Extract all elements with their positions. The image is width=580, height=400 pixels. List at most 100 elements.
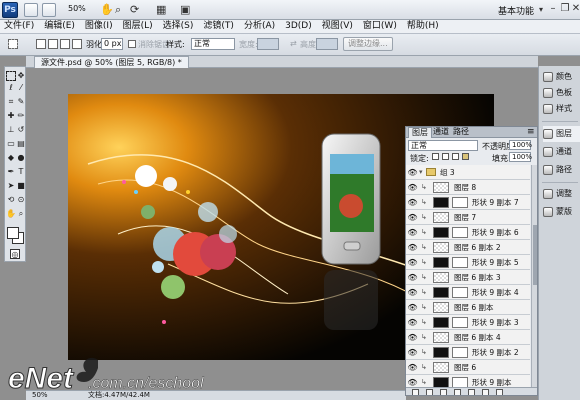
dock-adjustments[interactable]: 调整 <box>543 186 580 202</box>
new-group-icon[interactable] <box>468 389 475 395</box>
visibility-eye-icon[interactable]: 👁 <box>407 242 418 253</box>
history-brush-icon[interactable]: ↺ <box>16 125 26 135</box>
blur-tool-icon[interactable]: ◆ <box>6 153 16 163</box>
lock-position-icon[interactable] <box>452 153 459 160</box>
layer-thumbnail[interactable] <box>433 377 449 387</box>
menu-image[interactable]: 图像(I) <box>85 20 113 33</box>
healing-brush-icon[interactable]: ✚ <box>6 111 16 121</box>
layer-row[interactable]: 👁 ↳ 图层 8 <box>406 180 530 195</box>
tab-channels[interactable]: 通道 <box>430 127 452 138</box>
lock-image-icon[interactable] <box>442 153 449 160</box>
layer-group-row[interactable]: 👁 ▾ 组 3 <box>406 165 530 180</box>
antialias-checkbox[interactable] <box>128 40 136 48</box>
layer-thumbnail[interactable] <box>433 302 449 313</box>
layer-row[interactable]: 👁 ↳ 图层 6 副本 <box>406 300 530 315</box>
layer-row[interactable]: 👁 ↳ 形状 9 副本 <box>406 375 530 387</box>
dock-layers[interactable]: 图层 <box>543 126 580 142</box>
quick-mask-icon[interactable]: ◎ <box>10 249 20 259</box>
new-layer-icon[interactable] <box>482 389 489 395</box>
refine-edge-button[interactable]: 调整边缘... <box>343 37 393 51</box>
brush-tool-icon[interactable]: ✏ <box>16 111 26 121</box>
menu-analysis[interactable]: 分析(A) <box>244 20 275 33</box>
hand-tool-icon[interactable]: ✋ <box>6 209 16 219</box>
feather-input[interactable]: 0 px <box>101 38 123 50</box>
delete-layer-icon[interactable] <box>496 389 503 395</box>
vector-mask-thumbnail[interactable] <box>452 317 468 328</box>
layer-row[interactable]: 👁 ↳ 形状 9 副本 7 <box>406 195 530 210</box>
dock-channels[interactable]: 通道 <box>543 144 580 160</box>
foreground-color-swatch[interactable] <box>7 227 19 239</box>
visibility-eye-icon[interactable]: 👁 <box>407 332 418 343</box>
dodge-tool-icon[interactable]: ● <box>16 153 26 163</box>
menu-view[interactable]: 视图(V) <box>322 20 353 33</box>
magic-wand-icon[interactable]: ⁄ <box>16 83 26 93</box>
vector-mask-thumbnail[interactable] <box>452 377 468 387</box>
layer-thumbnail[interactable] <box>433 287 449 298</box>
dock-styles[interactable]: 样式 <box>543 101 580 117</box>
layer-row[interactable]: 👁 ↳ 图层 6 副本 4 <box>406 330 530 345</box>
visibility-eye-icon[interactable]: 👁 <box>407 197 418 208</box>
layer-row[interactable]: 👁 ↳ 形状 9 副本 6 <box>406 225 530 240</box>
clone-stamp-icon[interactable]: ⊥ <box>6 125 16 135</box>
intersect-selection-icon[interactable] <box>72 39 82 49</box>
link-layers-icon[interactable] <box>412 389 419 395</box>
eraser-tool-icon[interactable]: ▭ <box>6 139 16 149</box>
add-mask-icon[interactable] <box>440 389 447 395</box>
3d-camera-icon[interactable]: ⊙ <box>16 195 26 205</box>
vector-mask-thumbnail[interactable] <box>452 197 468 208</box>
layer-thumbnail[interactable] <box>433 242 449 253</box>
rotate-view-icon[interactable]: ⟳ <box>130 3 139 16</box>
document-tab[interactable]: 源文件.psd @ 50% (图层 5, RGB/8) * <box>34 56 189 68</box>
layer-style-icon[interactable] <box>426 389 433 395</box>
menu-layer[interactable]: 图层(L) <box>123 20 153 33</box>
layer-thumbnail[interactable] <box>433 362 449 373</box>
visibility-eye-icon[interactable]: 👁 <box>407 287 418 298</box>
menu-edit[interactable]: 编辑(E) <box>44 20 75 33</box>
visibility-eye-icon[interactable]: 👁 <box>407 317 418 328</box>
visibility-eye-icon[interactable]: 👁 <box>407 362 418 373</box>
layer-thumbnail[interactable] <box>433 347 449 358</box>
visibility-eye-icon[interactable]: 👁 <box>407 167 418 178</box>
path-selection-icon[interactable]: ➤ <box>6 181 16 191</box>
layer-thumbnail[interactable] <box>433 257 449 268</box>
menu-3d[interactable]: 3D(D) <box>285 20 312 33</box>
layer-thumbnail[interactable] <box>433 227 449 238</box>
menu-select[interactable]: 选择(S) <box>163 20 194 33</box>
layer-row[interactable]: 👁 ↳ 形状 9 副本 3 <box>406 315 530 330</box>
layer-row[interactable]: 👁 ↳ 形状 9 副本 5 <box>406 255 530 270</box>
tab-layers[interactable]: 图层 <box>408 127 432 138</box>
visibility-eye-icon[interactable]: 👁 <box>407 227 418 238</box>
layer-thumbnail[interactable] <box>433 212 449 223</box>
zoom-tool-icon[interactable]: ⌕ <box>115 3 121 17</box>
menu-filter[interactable]: 滤镜(T) <box>203 20 234 33</box>
layer-row[interactable]: 👁 ↳ 图层 7 <box>406 210 530 225</box>
swap-icon[interactable]: ⇄ <box>290 39 297 48</box>
layer-row[interactable]: 👁 ↳ 形状 9 副本 4 <box>406 285 530 300</box>
layer-thumbnail[interactable] <box>433 332 449 343</box>
bridge-button[interactable] <box>24 3 38 17</box>
dock-paths[interactable]: 路径 <box>543 162 580 178</box>
visibility-eye-icon[interactable]: 👁 <box>407 182 418 193</box>
panel-menu-icon[interactable]: ≡ <box>524 127 537 138</box>
layer-row[interactable]: 👁 ↳ 图层 6 副本 3 <box>406 270 530 285</box>
vector-mask-thumbnail[interactable] <box>452 227 468 238</box>
dock-masks[interactable]: 蒙版 <box>543 204 580 220</box>
vector-mask-thumbnail[interactable] <box>452 257 468 268</box>
marquee-preset-icon[interactable] <box>8 39 18 49</box>
lock-all-icon[interactable] <box>462 153 469 160</box>
tab-paths[interactable]: 路径 <box>450 127 472 138</box>
workspace-dropdown-icon[interactable]: ▾ <box>539 5 543 14</box>
zoom-tool-icon[interactable]: ⌕ <box>16 209 26 219</box>
expand-arrow-icon[interactable]: ▾ <box>419 168 423 176</box>
menu-file[interactable]: 文件(F) <box>4 20 34 33</box>
opacity-input[interactable]: 100% <box>509 140 532 150</box>
layer-thumbnail[interactable] <box>433 197 449 208</box>
blend-mode-select[interactable]: 正常 <box>408 140 478 151</box>
visibility-eye-icon[interactable]: 👁 <box>407 347 418 358</box>
close-icon[interactable]: ✕ <box>569 3 580 16</box>
lasso-tool-icon[interactable]: ℓ <box>6 83 16 93</box>
visibility-eye-icon[interactable]: 👁 <box>407 302 418 313</box>
status-zoom[interactable]: 50% <box>32 391 48 400</box>
3d-rotate-icon[interactable]: ⟲ <box>6 195 16 205</box>
vector-mask-thumbnail[interactable] <box>452 347 468 358</box>
